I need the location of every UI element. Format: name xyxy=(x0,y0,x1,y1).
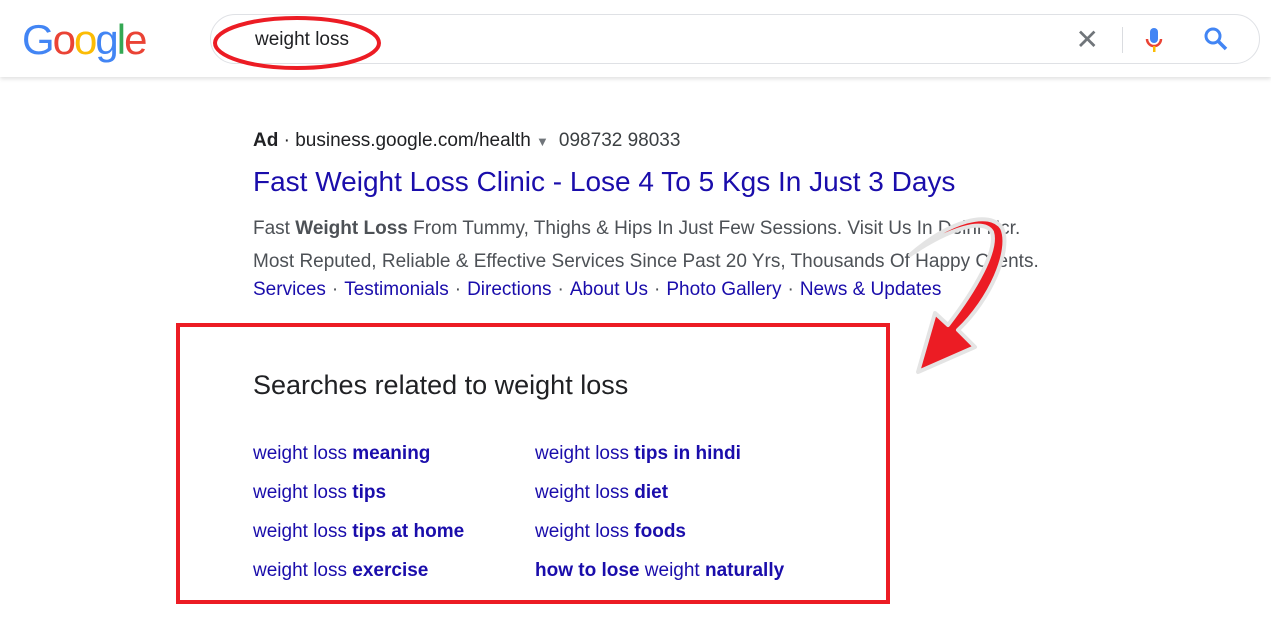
header: Google weight loss ✕ xyxy=(0,0,1271,77)
annotation-oval xyxy=(213,16,381,70)
sitelink[interactable]: Services xyxy=(253,279,326,300)
ad-title[interactable]: Fast Weight Loss Clinic - Lose 4 To 5 Kg… xyxy=(253,166,955,198)
ad-url[interactable]: business.google.com/health xyxy=(295,130,531,151)
related-heading: Searches related to weight loss xyxy=(253,370,629,400)
sitelink[interactable]: Testimonials xyxy=(344,279,449,300)
ad-label: Ad xyxy=(253,130,279,151)
search-icon[interactable] xyxy=(1203,26,1229,52)
ad-header: Ad · business.google.com/health ▼ 098732 … xyxy=(253,130,681,151)
related-link[interactable]: how to lose weight naturally xyxy=(535,560,784,582)
divider xyxy=(1122,27,1123,53)
related-link[interactable]: weight loss meaning xyxy=(253,443,430,465)
clear-icon[interactable]: ✕ xyxy=(1076,23,1099,56)
related-link[interactable]: weight loss tips xyxy=(253,482,386,504)
sitelink[interactable]: Photo Gallery xyxy=(666,279,781,300)
related-link[interactable]: weight loss tips in hindi xyxy=(535,443,741,465)
annotation-arrow-icon xyxy=(908,217,1007,374)
google-logo[interactable]: Google xyxy=(22,16,147,64)
sitelink[interactable]: Directions xyxy=(467,279,551,300)
mic-icon[interactable] xyxy=(1144,26,1164,54)
related-link[interactable]: weight loss foods xyxy=(535,521,686,543)
sitelink[interactable]: About Us xyxy=(570,279,648,300)
related-link[interactable]: weight loss exercise xyxy=(253,560,428,582)
related-link[interactable]: weight loss diet xyxy=(535,482,668,504)
sitelinks: Services · Testimonials · Directions · About U… xyxy=(253,279,942,300)
related-link[interactable]: weight loss tips at home xyxy=(253,521,464,543)
dropdown-icon[interactable]: ▼ xyxy=(536,134,549,149)
ad-phone[interactable]: 098732 98033 xyxy=(559,130,681,151)
